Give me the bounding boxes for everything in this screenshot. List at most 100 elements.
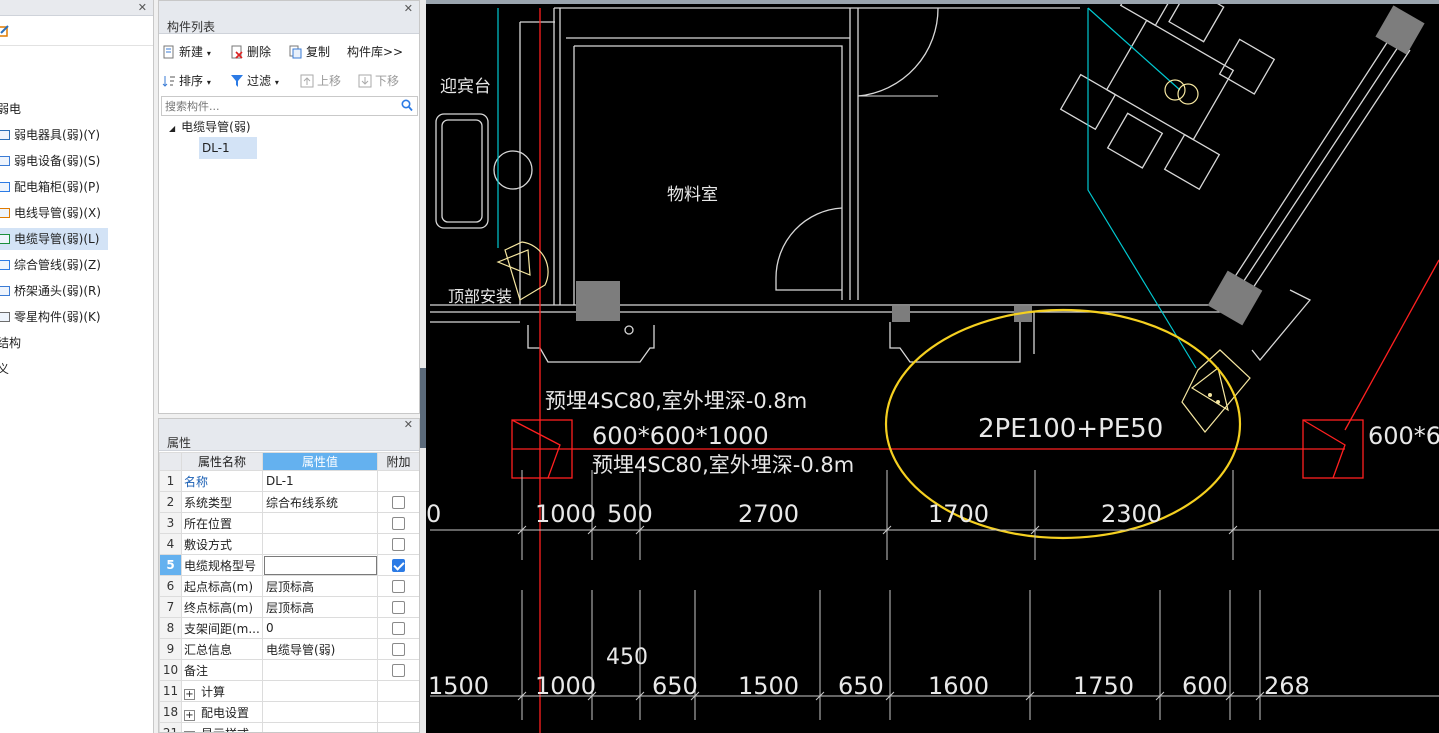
property-value-editor[interactable] xyxy=(264,555,377,575)
property-name: 汇总信息 xyxy=(181,638,263,660)
property-row[interactable]: 6 起点标高(m) 层顶标高 xyxy=(159,575,419,597)
property-row[interactable]: 10 备注 xyxy=(159,659,419,681)
row-number: 11 xyxy=(159,680,182,702)
property-value[interactable] xyxy=(262,680,378,702)
property-name: 终点标高(m) xyxy=(181,596,263,618)
dimension-label: 1700 xyxy=(928,500,989,528)
extra-checkbox[interactable] xyxy=(392,580,405,593)
module-tree-toolbar xyxy=(0,16,153,46)
property-name: 支架间距(m... xyxy=(181,617,263,639)
property-value[interactable] xyxy=(262,701,378,723)
property-extra xyxy=(377,554,419,576)
label-material-room: 物料室 xyxy=(667,185,718,205)
property-extra xyxy=(377,533,419,555)
component-type-icon xyxy=(0,156,10,166)
tree-item[interactable]: 电线导管(弱)(X) xyxy=(0,202,101,224)
filter-button[interactable]: 过滤 ▾ xyxy=(230,70,279,92)
property-row[interactable]: 2 系统类型 综合布线系统 xyxy=(159,491,419,513)
close-icon[interactable]: ✕ xyxy=(138,1,147,14)
delete-icon xyxy=(231,45,243,59)
dimension-label: 1000 xyxy=(535,500,596,528)
extra-checkbox[interactable] xyxy=(392,643,405,656)
extra-checkbox[interactable] xyxy=(392,538,405,551)
property-value[interactable] xyxy=(262,554,378,576)
copy-button[interactable]: 复制 xyxy=(289,41,330,63)
extra-checkbox[interactable] xyxy=(392,517,405,530)
property-value[interactable]: 0 xyxy=(262,617,378,639)
property-value[interactable] xyxy=(262,722,378,732)
property-row[interactable]: 21+显示样式 xyxy=(159,722,419,732)
property-value[interactable]: 层顶标高 xyxy=(262,596,378,618)
property-row[interactable]: 4 敷设方式 xyxy=(159,533,419,555)
row-number: 1 xyxy=(159,470,182,492)
component-type-icon xyxy=(0,130,10,140)
tree-item[interactable]: 综合管线(弱)(Z) xyxy=(0,254,101,276)
component-tree-group[interactable]: ◢ 电缆导管(弱) xyxy=(169,116,251,138)
label-reception: 迎宾台 xyxy=(440,77,491,97)
collapse-triangle-icon[interactable]: ◢ xyxy=(169,124,175,133)
sort-button[interactable]: 排序 ▾ xyxy=(162,70,211,92)
row-number: 3 xyxy=(159,512,182,534)
property-value[interactable]: DL-1 xyxy=(262,470,378,492)
move-down-button[interactable]: 下移 xyxy=(358,70,399,92)
expand-icon[interactable]: + xyxy=(184,688,195,700)
move-up-icon xyxy=(300,74,314,88)
component-library-button[interactable]: 构件库>> xyxy=(347,41,403,63)
property-extra xyxy=(377,701,419,723)
tree-item-label: 义 xyxy=(0,362,9,376)
new-button[interactable]: 新建 ▾ xyxy=(162,41,211,63)
edit-icon[interactable] xyxy=(0,25,10,37)
component-tree-item[interactable]: DL-1 xyxy=(199,137,257,159)
property-extra xyxy=(377,596,419,618)
tree-item[interactable]: 弱电设备(弱)(S) xyxy=(0,150,100,172)
dimension-label: 0 xyxy=(426,500,441,528)
tree-item-label: 零星构件(弱)(K) xyxy=(14,310,101,324)
tree-item[interactable]: 桥架通头(弱)(R) xyxy=(0,280,101,302)
property-name: 名称 xyxy=(181,470,263,492)
floor-plan-drawing[interactable]: 迎宾台 物料室 顶部安装 预埋4SC80,室外埋深-0.8m 600*600*1… xyxy=(426,0,1439,733)
property-row[interactable]: 5 电缆规格型号 xyxy=(159,554,419,576)
row-number: 21 xyxy=(159,722,182,732)
tree-item[interactable]: 弱电 xyxy=(0,98,21,120)
component-type-icon xyxy=(0,260,10,270)
cad-drawing-canvas[interactable]: 迎宾台 物料室 顶部安装 预埋4SC80,室外埋深-0.8m 600*600*1… xyxy=(426,0,1439,733)
close-icon[interactable]: ✕ xyxy=(404,2,413,15)
property-name: 起点标高(m) xyxy=(181,575,263,597)
tree-item-label: 电缆导管(弱)(L) xyxy=(14,232,100,246)
property-value[interactable]: 电缆导管(弱) xyxy=(262,638,378,660)
tree-item[interactable]: 零星构件(弱)(K) xyxy=(0,306,101,328)
extra-checkbox[interactable] xyxy=(392,496,405,509)
property-row[interactable]: 18 + 配电设置 xyxy=(159,701,419,723)
tree-item[interactable]: 弱电器具(弱)(Y) xyxy=(0,124,100,146)
expand-icon[interactable]: + xyxy=(184,709,195,721)
property-row[interactable]: 1 名称 DL-1 xyxy=(159,470,419,492)
extra-checkbox[interactable] xyxy=(392,601,405,614)
property-row[interactable]: 11 + 计算 xyxy=(159,680,419,702)
property-value[interactable]: 层顶标高 xyxy=(262,575,378,597)
tree-item[interactable]: 电缆导管(弱)(L) xyxy=(0,228,108,250)
search-icon[interactable] xyxy=(401,99,413,112)
move-up-button[interactable]: 上移 xyxy=(300,70,341,92)
close-icon[interactable]: ✕ xyxy=(404,419,413,431)
property-row[interactable]: 9 汇总信息 电缆导管(弱) xyxy=(159,638,419,660)
property-row[interactable]: 3 所在位置 xyxy=(159,512,419,534)
delete-button[interactable]: 删除 xyxy=(230,41,271,63)
tree-item[interactable]: 配电箱柜(弱)(P) xyxy=(0,176,100,198)
extra-checkbox[interactable] xyxy=(392,559,405,572)
property-extra xyxy=(377,659,419,681)
property-row[interactable]: 7 终点标高(m) 层顶标高 xyxy=(159,596,419,618)
property-value[interactable] xyxy=(262,533,378,555)
tree-item-label: 弱电器具(弱)(Y) xyxy=(14,128,101,142)
tree-item[interactable]: 结构 xyxy=(0,332,21,354)
property-row[interactable]: 8 支架间距(m... 0 xyxy=(159,617,419,639)
tree-item[interactable]: 义 xyxy=(0,358,9,380)
component-search-input[interactable] xyxy=(162,97,392,115)
property-value[interactable]: 综合布线系统 xyxy=(262,491,378,513)
extra-checkbox[interactable] xyxy=(392,664,405,677)
property-value[interactable] xyxy=(262,659,378,681)
extra-checkbox[interactable] xyxy=(392,622,405,635)
dropdown-arrow-icon: ▾ xyxy=(206,78,211,87)
property-value[interactable] xyxy=(262,512,378,534)
property-extra xyxy=(377,680,419,702)
property-name: + 配电设置 xyxy=(181,701,263,723)
